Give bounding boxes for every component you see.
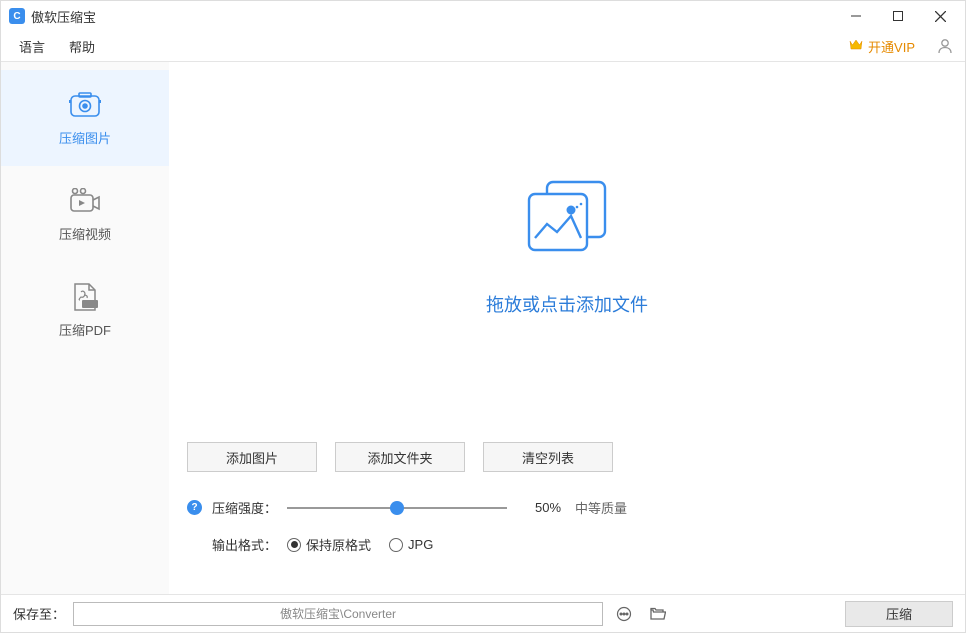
strength-slider[interactable] [287,499,507,517]
vip-button[interactable]: 开通VIP [840,34,923,59]
sidebar-item-label: 压缩PDF [59,320,111,339]
radio-indicator [389,538,403,552]
slider-thumb[interactable] [390,501,404,515]
radio-label: 保持原格式 [306,535,371,554]
minimize-button[interactable] [835,2,877,30]
dropzone-text: 拖放或点击添加文件 [486,291,648,317]
pdf-icon: PDF [68,282,102,312]
strength-quality: 中等质量 [575,498,627,517]
sidebar-item-label: 压缩视频 [59,224,111,243]
radio-keep-original[interactable]: 保持原格式 [287,535,371,554]
footer: 保存至： 压缩 [1,594,965,632]
save-to-label: 保存至： [13,604,65,623]
profile-button[interactable] [931,32,959,60]
camera-icon [68,90,102,120]
menu-language[interactable]: 语言 [7,33,57,60]
sidebar: 压缩图片 压缩视频 PDF [1,62,169,594]
video-icon [68,186,102,216]
clear-list-button[interactable]: 清空列表 [483,442,613,472]
sidebar-item-label: 压缩图片 [59,128,111,147]
radio-label: JPG [408,537,433,552]
open-folder-button[interactable] [645,602,671,626]
sidebar-item-compress-pdf[interactable]: PDF 压缩PDF [1,262,169,358]
svg-text:PDF: PDF [84,302,96,308]
app-icon: C [9,8,25,24]
more-options-button[interactable] [611,602,637,626]
images-stack-icon [521,176,613,261]
compression-strength-row: ? 压缩强度： 50% 中等质量 [187,498,947,517]
app-title: 傲软压缩宝 [31,7,96,26]
sidebar-item-compress-video[interactable]: 压缩视频 [1,166,169,262]
compress-button[interactable]: 压缩 [845,601,953,627]
main-panel: 拖放或点击添加文件 添加图片 添加文件夹 清空列表 ? 压缩强度： 50% 中等… [169,62,965,594]
save-path-input[interactable] [73,602,603,626]
radio-indicator [287,538,301,552]
add-folder-button[interactable]: 添加文件夹 [335,442,465,472]
dropzone[interactable]: 拖放或点击添加文件 [169,62,965,430]
output-label: 输出格式： [212,535,277,554]
radio-jpg[interactable]: JPG [389,537,433,552]
sidebar-item-compress-image[interactable]: 压缩图片 [1,70,169,166]
strength-label: 压缩强度： [212,498,277,517]
titlebar: C 傲软压缩宝 [1,1,965,31]
menu-help[interactable]: 帮助 [57,33,107,60]
add-image-button[interactable]: 添加图片 [187,442,317,472]
menubar: 语言 帮助 开通VIP [1,31,965,61]
info-icon[interactable]: ? [187,500,202,515]
vip-label: 开通VIP [868,37,915,56]
controls-panel: 添加图片 添加文件夹 清空列表 ? 压缩强度： 50% 中等质量 输出格式： [169,430,965,594]
maximize-button[interactable] [877,2,919,30]
close-button[interactable] [919,2,961,30]
strength-percent: 50% [535,500,561,515]
crown-icon [848,38,864,55]
output-format-row: 输出格式： 保持原格式 JPG [187,535,947,554]
